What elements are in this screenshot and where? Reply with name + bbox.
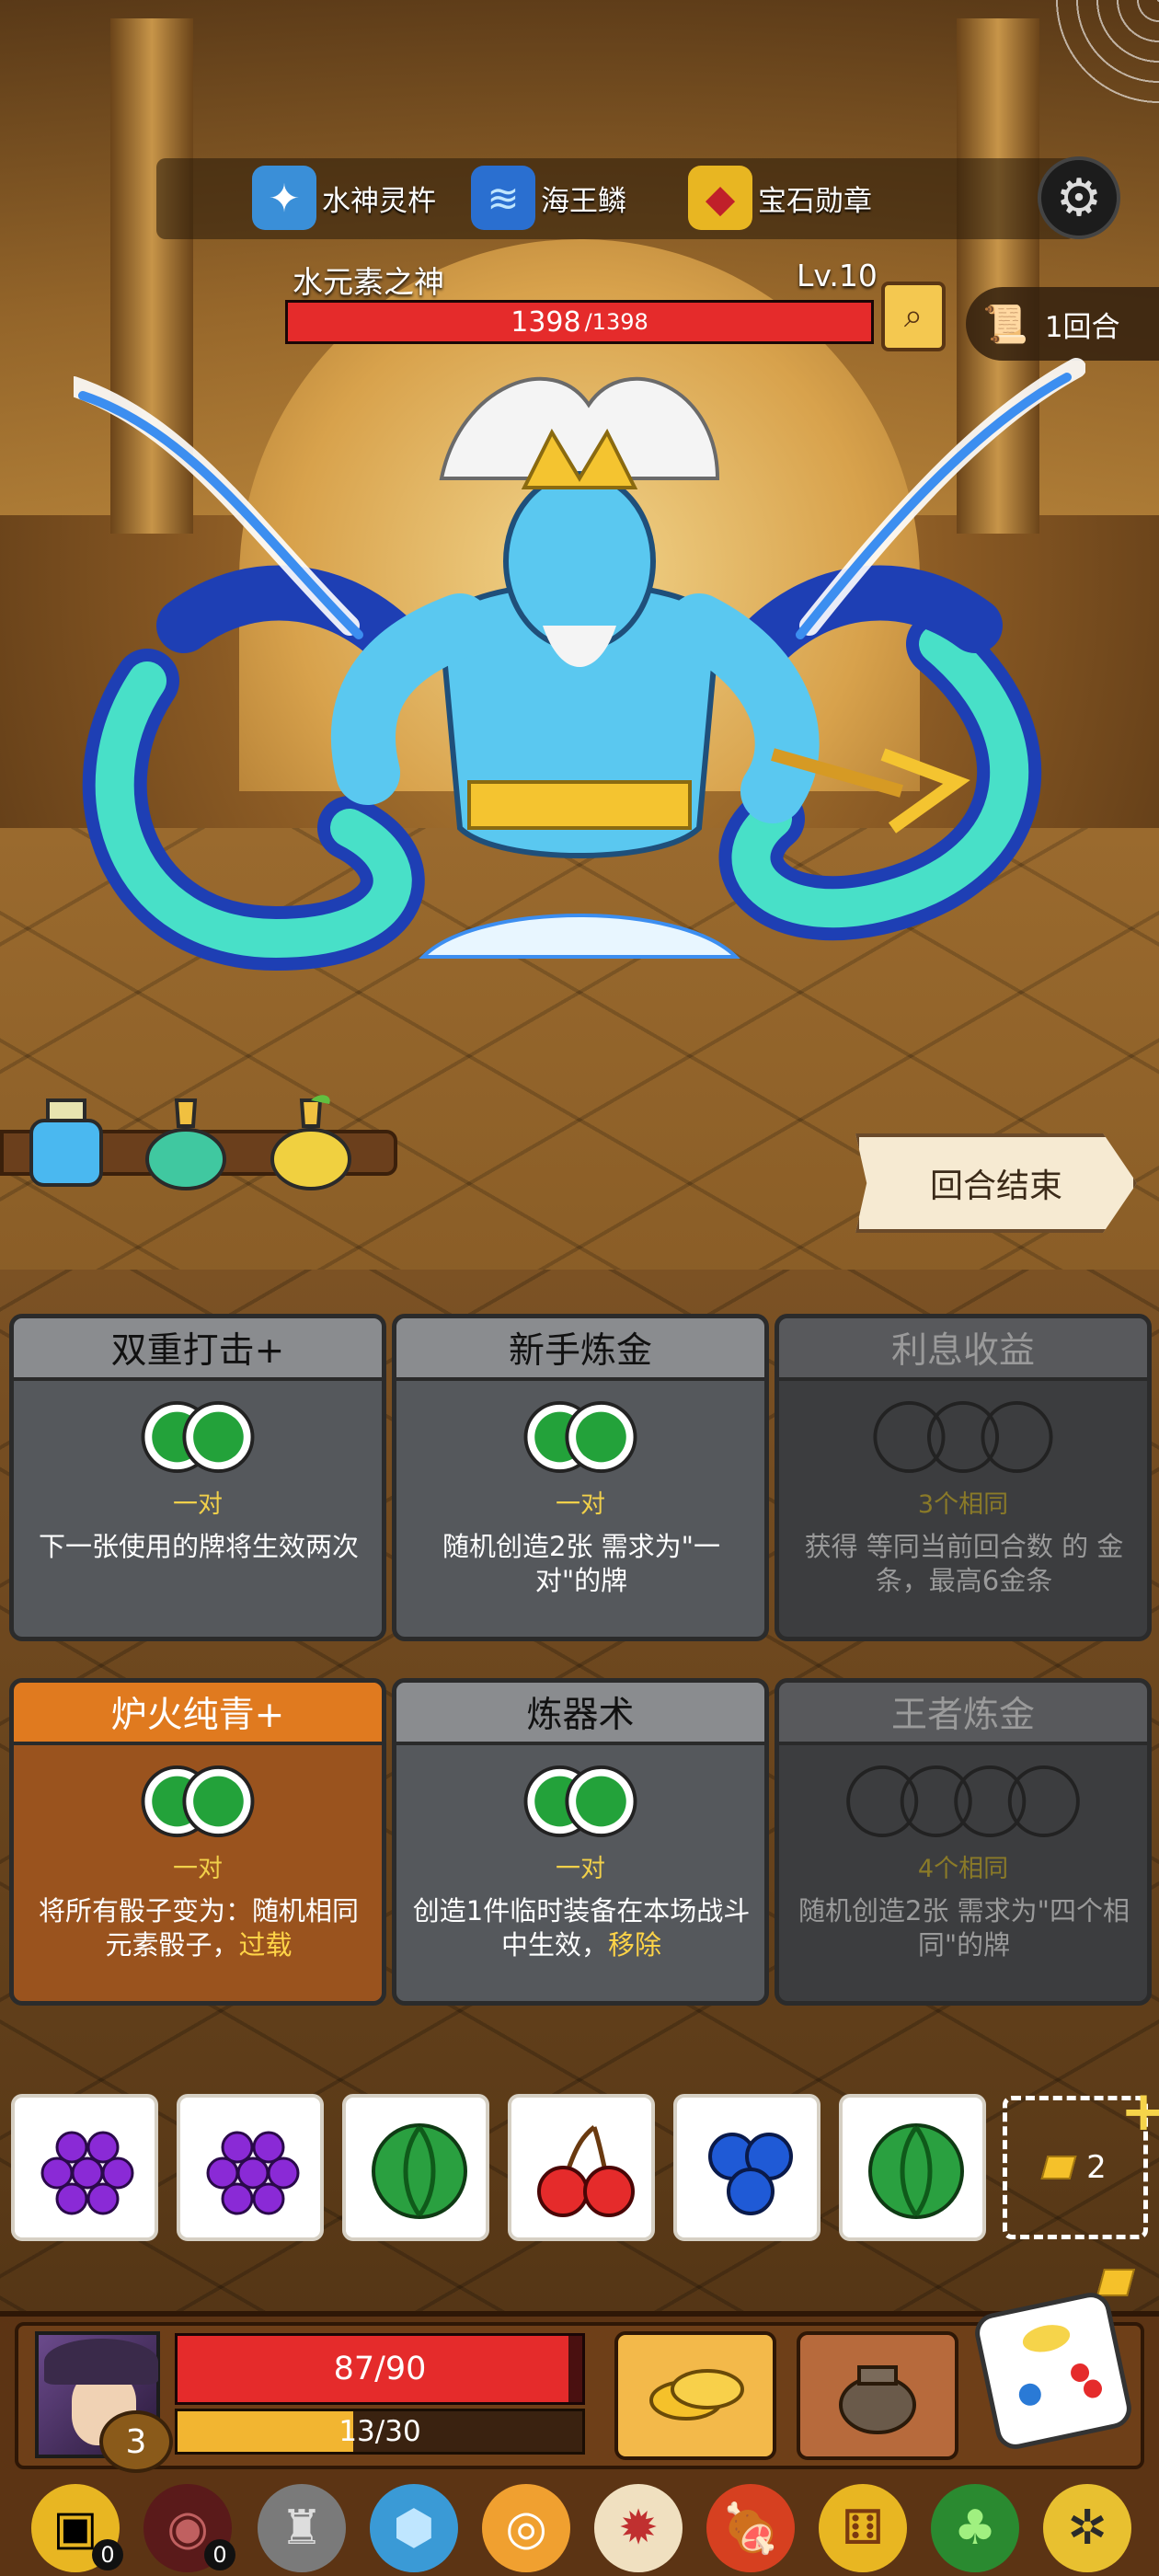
boss-hp-current: 1398 xyxy=(511,305,581,339)
relic-gem-medal[interactable]: ◆ 宝石勋章 xyxy=(688,166,872,230)
player-xp-text: 13/30 xyxy=(339,2415,421,2448)
add-gold-button[interactable]: + xyxy=(1120,2079,1159,2144)
card-description: 下一张使用的牌将生效两次 xyxy=(38,1531,359,1562)
item-count-badge: 0 xyxy=(204,2539,235,2570)
water-god-boss[interactable] xyxy=(74,350,1085,1049)
inspect-boss-button[interactable]: ⌕ xyxy=(881,282,946,351)
scroll-icon: 📜 xyxy=(982,303,1028,346)
watermelon-icon xyxy=(868,2123,964,2219)
card-requirement: 一对 xyxy=(556,1490,605,1519)
boss-hp-max: /1398 xyxy=(584,309,648,335)
dice-requirement-pair xyxy=(523,1400,637,1474)
card-interest-income[interactable]: 利息收益 3个相同 获得 等同当前回合数 的 金条，最高6金条 xyxy=(775,1314,1152,1641)
settings-gear-button[interactable]: ⚙ xyxy=(1038,156,1120,239)
boss-hp-text: 1398/1398 xyxy=(288,303,871,341)
player-hp-bar: 87/90 xyxy=(175,2333,585,2405)
clover-icon[interactable]: ♣ xyxy=(931,2484,1019,2572)
dice-requirement-three xyxy=(873,1400,1053,1474)
card-description: 创造1件临时装备在本场战斗中生效，移除 xyxy=(411,1894,752,1962)
dice-requirement-pair xyxy=(141,1765,255,1838)
magnifier-icon: ⌕ xyxy=(903,297,924,335)
card-novice-alchemy[interactable]: 新手炼金 一对 随机创造2张 需求为"一对"的牌 xyxy=(392,1314,769,1641)
relic-label: 海王鳞 xyxy=(541,184,626,218)
card-requirement: 3个相同 xyxy=(917,1490,1009,1519)
boss-name: 水元素之神 xyxy=(293,264,444,300)
dice-icon xyxy=(1018,2325,1102,2406)
relic-water-god-pestle[interactable]: ✦ 水神灵杵 xyxy=(252,166,436,230)
avatar-hat xyxy=(44,2339,158,2385)
gold-coins-icon xyxy=(649,2369,744,2421)
player-hp-text: 87/90 xyxy=(333,2351,427,2387)
grape-icon xyxy=(40,2131,134,2215)
gold-bar-icon xyxy=(1040,2156,1077,2179)
card-requirement: 一对 xyxy=(556,1855,605,1883)
card-description: 随机创造2张 需求为"一对"的牌 xyxy=(442,1531,720,1596)
card-artifice[interactable]: 炼器术 一对 创造1件临时装备在本场战斗中生效，移除 xyxy=(392,1678,769,2006)
keyword-remove: 移除 xyxy=(608,1929,662,1961)
die-watermelon[interactable] xyxy=(342,2094,489,2241)
card-description: 将所有骰子变为：随机相同元素骰子，过载 xyxy=(29,1894,369,1962)
card-title: 王者炼金 xyxy=(779,1683,1147,1745)
gold-count: 2 xyxy=(1086,2149,1107,2186)
card-title: 炼器术 xyxy=(396,1683,764,1745)
card-requirement: 4个相同 xyxy=(917,1855,1009,1883)
card-title: 炉火纯青+ xyxy=(14,1683,382,1745)
roast-meat-icon[interactable]: 🍖 xyxy=(706,2484,795,2572)
card-requirement: 一对 xyxy=(173,1490,223,1519)
water-god-pestle-icon: ✦ xyxy=(252,166,316,230)
die-grape[interactable] xyxy=(177,2094,324,2241)
boss-hp-bar: 1398/1398 xyxy=(285,300,874,344)
relic-label: 水神灵杵 xyxy=(322,184,436,218)
die-grape[interactable] xyxy=(11,2094,158,2241)
watermelon-icon xyxy=(372,2123,467,2219)
golden-ring-icon[interactable]: ◎ xyxy=(482,2484,570,2572)
gear-icon: ⚙ xyxy=(1055,167,1103,228)
player-xp-bar: 13/30 xyxy=(175,2409,585,2455)
dice-requirement-four xyxy=(846,1765,1080,1838)
spiky-die-icon[interactable]: ✹ xyxy=(594,2484,683,2572)
sea-king-scale-icon: ≋ xyxy=(471,166,535,230)
dice-requirement-pair xyxy=(523,1765,637,1838)
card-title: 新手炼金 xyxy=(396,1318,764,1381)
ladybug-icon[interactable]: ✲ xyxy=(1043,2484,1131,2572)
coin-slot-button[interactable] xyxy=(614,2331,776,2460)
end-turn-button[interactable]: 回合结束 xyxy=(855,1133,1137,1233)
card-double-strike[interactable]: 双重打击+ 一对 下一张使用的牌将生效两次 xyxy=(9,1314,386,1641)
die-cherry[interactable] xyxy=(508,2094,655,2241)
card-description-text: 将所有骰子变为：随机相同元素骰子， xyxy=(38,1895,359,1961)
clay-pot-icon xyxy=(839,2365,916,2434)
boss-level: Lv.10 xyxy=(797,258,878,293)
relic-label: 宝石勋章 xyxy=(758,184,872,218)
blue-potion-icon[interactable] xyxy=(20,1093,112,1194)
green-potion-icon[interactable] xyxy=(140,1093,232,1194)
relic-sea-king-scale[interactable]: ≋ 海王鳞 xyxy=(471,166,626,230)
die-watermelon[interactable] xyxy=(839,2094,986,2241)
card-description: 随机创造2张 需求为"四个相同"的牌 xyxy=(798,1895,1130,1961)
player-level-badge: 3 xyxy=(99,2410,173,2473)
stone-tower-icon[interactable]: ♜ xyxy=(258,2484,346,2572)
gold-dice-icon[interactable]: ⚅ xyxy=(819,2484,907,2572)
dice-requirement-pair xyxy=(141,1400,255,1474)
keyword-overload: 过载 xyxy=(238,1929,293,1961)
gem-medal-icon: ◆ xyxy=(688,166,752,230)
card-requirement: 一对 xyxy=(173,1855,223,1883)
blueberry-icon xyxy=(708,2133,793,2215)
card-title: 双重打击+ xyxy=(14,1318,382,1381)
turn-label: 1回合 xyxy=(1044,310,1120,344)
card-description-text: 创造1件临时装备在本场战斗中生效， xyxy=(412,1895,751,1961)
card-description: 获得 等同当前回合数 的 金条，最高6金条 xyxy=(804,1531,1124,1596)
card-king-alchemy[interactable]: 王者炼金 4个相同 随机创造2张 需求为"四个相同"的牌 xyxy=(775,1678,1152,2006)
grape-icon xyxy=(206,2131,300,2215)
card-title: 利息收益 xyxy=(779,1318,1147,1381)
card-perfection[interactable]: 炉火纯青+ 一对 将所有骰子变为：随机相同元素骰子，过载 xyxy=(9,1678,386,2006)
die-blueberry[interactable] xyxy=(673,2094,820,2241)
item-count-badge: 0 xyxy=(92,2539,123,2570)
blue-shield-icon[interactable]: ⬢ xyxy=(370,2484,458,2572)
roll-dice-button[interactable] xyxy=(971,2289,1135,2453)
pot-slot-button[interactable] xyxy=(797,2331,958,2460)
cherry-icon xyxy=(537,2125,635,2217)
yellow-potion-icon[interactable] xyxy=(265,1093,357,1194)
